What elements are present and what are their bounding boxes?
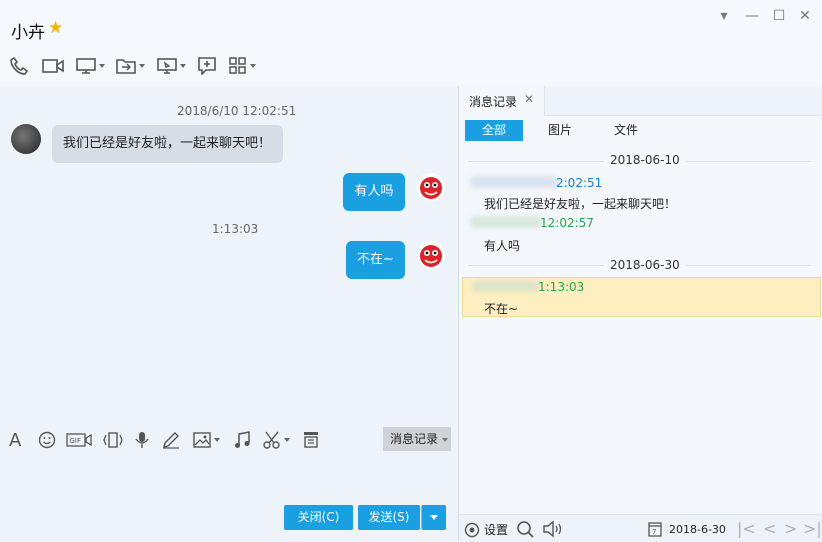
- emoji-icon[interactable]: [38, 430, 56, 450]
- close-tab-icon[interactable]: ✕: [524, 92, 534, 106]
- outgoing-message: 有人吗: [343, 173, 405, 211]
- history-message: 不在~: [484, 302, 519, 316]
- stamp-icon[interactable]: [303, 430, 319, 450]
- sender-name-blurred: [470, 216, 542, 228]
- message-history-label: 消息记录: [390, 432, 439, 446]
- date-header: 2018-06-30: [604, 258, 686, 272]
- settings-button[interactable]: 设置: [464, 521, 508, 538]
- user-avatar[interactable]: [416, 240, 446, 274]
- phone-icon[interactable]: [10, 54, 28, 78]
- minimize-icon[interactable]: —: [743, 8, 761, 24]
- star-icon: ★: [48, 18, 64, 38]
- settings-icon: [464, 522, 480, 537]
- video-icon[interactable]: [42, 54, 64, 78]
- date-header: 2018-06-10: [604, 153, 686, 167]
- contact-name: 小卉: [11, 23, 45, 43]
- chevron-down-icon[interactable]: ▾: [715, 8, 733, 24]
- incoming-message: 我们已经是好友啦，一起来聊天吧！: [52, 125, 283, 163]
- filter-all[interactable]: 全部: [465, 120, 523, 141]
- send-options-dropdown[interactable]: [421, 505, 446, 530]
- voice-icon[interactable]: [134, 430, 150, 450]
- pen-icon[interactable]: [162, 430, 180, 450]
- filter-images[interactable]: 图片: [535, 120, 585, 141]
- music-icon[interactable]: [234, 430, 250, 450]
- screen-share-icon[interactable]: [76, 54, 105, 78]
- search-icon[interactable]: [516, 520, 534, 542]
- svg-text:7: 7: [652, 528, 656, 536]
- shake-icon[interactable]: [102, 430, 124, 450]
- history-message: 我们已经是好友啦，一起来聊天吧！: [484, 197, 677, 211]
- outgoing-message: 不在~: [346, 241, 405, 279]
- close-button[interactable]: 关闭(C): [284, 505, 353, 530]
- history-time: 12:02:57: [540, 216, 594, 230]
- send-button[interactable]: 发送(S): [358, 505, 420, 530]
- close-icon[interactable]: ✕: [796, 8, 814, 24]
- apps-grid-icon[interactable]: [229, 54, 256, 78]
- maximize-icon[interactable]: ☐: [770, 8, 788, 24]
- svg-text:GIF: GIF: [70, 437, 82, 445]
- history-time: 1:13:03: [538, 280, 585, 294]
- scissors-icon[interactable]: [263, 430, 290, 450]
- sender-name-blurred: [470, 176, 558, 188]
- next-page-icon[interactable]: >: [784, 519, 797, 538]
- history-message: 有人吗: [484, 239, 521, 253]
- filter-files[interactable]: 文件: [601, 120, 651, 141]
- chevron-down-icon: [441, 437, 448, 442]
- font-icon[interactable]: A: [9, 430, 21, 451]
- message-timestamp: 1:13:03: [212, 222, 259, 236]
- prev-page-icon[interactable]: <: [763, 519, 776, 538]
- calendar-icon[interactable]: 7: [648, 521, 662, 541]
- history-date: 2018-6-30: [669, 523, 726, 536]
- user-avatar[interactable]: [416, 172, 446, 206]
- first-page-icon[interactable]: |<: [737, 519, 756, 538]
- sender-name-blurred: [472, 280, 540, 292]
- gif-icon[interactable]: GIF: [66, 430, 92, 450]
- tab-label: 消息记录: [469, 95, 518, 109]
- history-time: 2:02:51: [556, 176, 603, 190]
- chevron-down-icon: [430, 515, 438, 520]
- add-app-icon[interactable]: [198, 54, 216, 78]
- contact-avatar[interactable]: [11, 124, 41, 154]
- last-page-icon[interactable]: >|: [803, 519, 822, 538]
- settings-label: 设置: [484, 523, 509, 537]
- speaker-icon[interactable]: [543, 520, 565, 542]
- tab-message-history[interactable]: 消息记录 ✕: [459, 86, 545, 116]
- transfer-file-icon[interactable]: [116, 54, 145, 78]
- message-history-button[interactable]: 消息记录: [383, 427, 451, 451]
- message-timestamp: 2018/6/10 12:02:51: [177, 104, 297, 118]
- remote-desktop-icon[interactable]: [157, 54, 186, 78]
- image-icon[interactable]: [193, 430, 220, 450]
